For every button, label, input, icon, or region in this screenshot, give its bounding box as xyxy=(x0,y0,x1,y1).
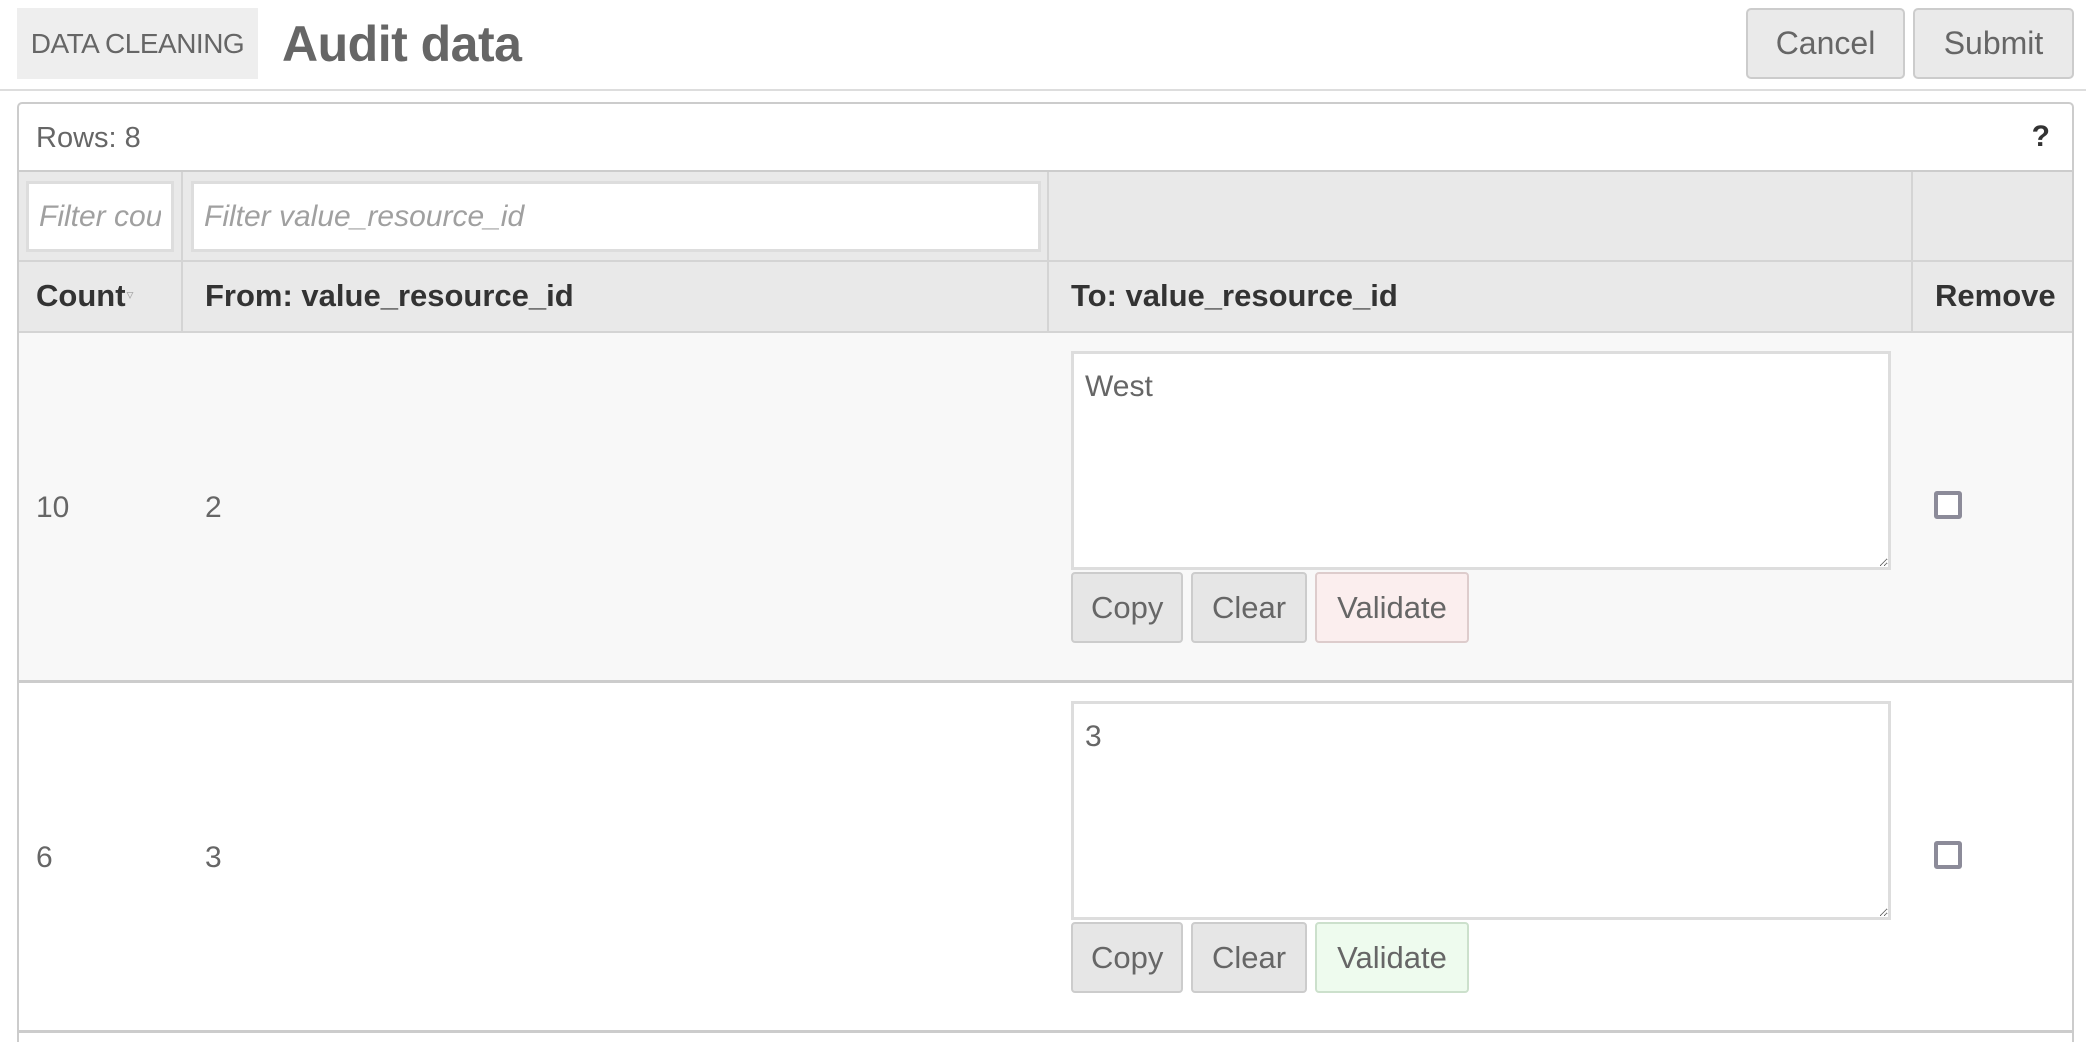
from-value: 2 xyxy=(205,491,222,524)
sort-descending-icon[interactable]: ▿ xyxy=(127,286,134,303)
submit-button[interactable]: Submit xyxy=(1913,8,2074,79)
remove-cell xyxy=(1913,683,2072,1030)
remove-cell xyxy=(1913,333,2072,680)
column-header-from[interactable]: From: value_resource_id xyxy=(183,262,1049,331)
filter-cell-remove xyxy=(1913,172,2072,260)
rows-bar: Rows: 8 ? xyxy=(19,104,2072,172)
filter-count-input[interactable] xyxy=(26,181,174,252)
filter-row xyxy=(19,172,2072,262)
count-cell: 10 xyxy=(19,333,183,680)
copy-button[interactable]: Copy xyxy=(1071,922,1183,993)
filter-cell-from xyxy=(183,172,1049,260)
to-cell: Copy Clear Validate xyxy=(1049,333,1913,680)
to-cell: Copy Clear Validate xyxy=(1049,683,1913,1030)
column-header-to-label: To: value_resource_id xyxy=(1071,278,1398,313)
filter-from-input[interactable] xyxy=(191,181,1041,252)
row-actions: Copy Clear Validate xyxy=(1071,572,1469,643)
column-header-count-label: Count▿ xyxy=(36,278,134,314)
table-header-row: Count▿ From: value_resource_id To: value… xyxy=(19,262,2072,333)
row-actions: Copy Clear Validate xyxy=(1071,922,1469,993)
page-title: Audit data xyxy=(282,16,522,72)
from-cell: 2 xyxy=(183,333,1049,680)
filter-cell-count xyxy=(19,172,183,260)
table-row: 6 3 Copy Clear Validate xyxy=(19,683,2072,1033)
to-value-textarea[interactable] xyxy=(1071,701,1891,920)
column-header-from-label: From: value_resource_id xyxy=(205,278,574,313)
cancel-button[interactable]: Cancel xyxy=(1746,8,1905,79)
filter-cell-to xyxy=(1049,172,1913,260)
count-value: 6 xyxy=(36,841,53,874)
count-cell: 6 xyxy=(19,683,183,1030)
clear-button[interactable]: Clear xyxy=(1191,922,1307,993)
table-row: 10 2 Copy Clear Validate xyxy=(19,333,2072,683)
clear-button[interactable]: Clear xyxy=(1191,572,1307,643)
count-value: 10 xyxy=(36,491,70,524)
count-label: Count xyxy=(36,278,126,313)
validate-button[interactable]: Validate xyxy=(1315,922,1469,993)
from-cell: 3 xyxy=(183,683,1049,1030)
remove-checkbox[interactable] xyxy=(1934,491,1962,519)
column-header-remove-label: Remove xyxy=(1935,278,2056,313)
help-icon[interactable]: ? xyxy=(2032,120,2050,154)
to-value-textarea[interactable] xyxy=(1071,351,1891,570)
rows-count: Rows: 8 xyxy=(36,122,141,154)
column-header-count[interactable]: Count▿ xyxy=(19,262,183,331)
column-header-remove: Remove xyxy=(1913,262,2072,331)
page-header: DATA CLEANING Audit data Cancel Submit xyxy=(0,0,2086,91)
validate-button[interactable]: Validate xyxy=(1315,572,1469,643)
section-badge: DATA CLEANING xyxy=(17,8,258,79)
copy-button[interactable]: Copy xyxy=(1071,572,1183,643)
audit-table-panel: Rows: 8 ? Count▿ From: value_resource_id… xyxy=(17,102,2074,1042)
from-value: 3 xyxy=(205,841,222,874)
column-header-to[interactable]: To: value_resource_id xyxy=(1049,262,1913,331)
remove-checkbox[interactable] xyxy=(1934,841,1962,869)
